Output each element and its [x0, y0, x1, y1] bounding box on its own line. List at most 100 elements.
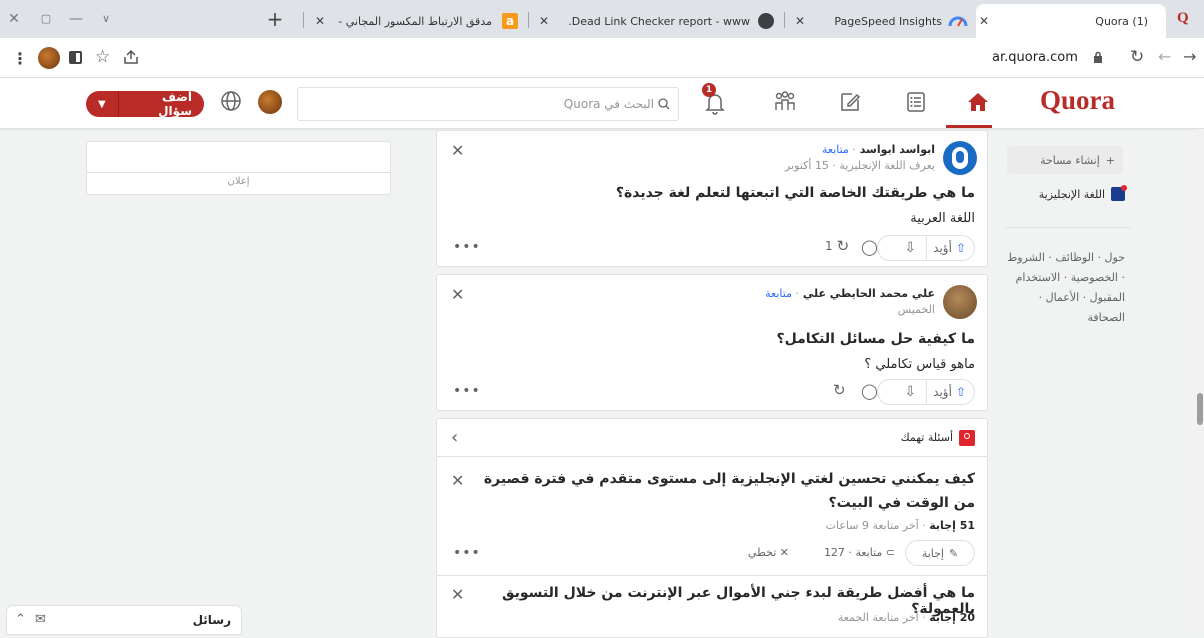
close-icon[interactable]: ✕	[451, 473, 464, 489]
question-title[interactable]: كيف يمكنني تحسين لغتي الإنجليزية إلى مست…	[475, 467, 975, 515]
search-box[interactable]: البحث في Quora	[297, 87, 679, 121]
add-question-label: أضف سؤال	[158, 90, 192, 118]
share-count: 1	[825, 239, 833, 253]
reshare-icon[interactable]: ↻	[833, 381, 846, 399]
question-title[interactable]: ما كيفية حل مسائل التكامل؟	[776, 331, 975, 347]
tab-dead-link-checker[interactable]: Dead Link Checker report - www. ✕	[536, 4, 774, 38]
post-body: اللغة العربية	[910, 211, 975, 226]
chevron-down-icon[interactable]: ▼	[86, 99, 118, 110]
author-name[interactable]: ابواسد ابواسد	[860, 143, 935, 156]
upvote-button[interactable]: ⇧ أؤيد	[926, 380, 974, 404]
user-avatar[interactable]	[258, 90, 282, 114]
minimize-window-icon[interactable]: —	[66, 9, 86, 29]
close-icon[interactable]: ✕	[451, 143, 464, 159]
forward-arrow-icon[interactable]: →	[1183, 47, 1196, 66]
upvote-label: أؤيد	[933, 385, 952, 399]
close-icon[interactable]: ✕	[451, 587, 464, 603]
add-question-button[interactable]: أضف سؤال ▼	[86, 90, 204, 118]
share-icon[interactable]	[122, 48, 140, 66]
back-arrow-icon[interactable]: ←	[1158, 47, 1171, 66]
related-questions-card: أسئلة تهمك ‹ ✕ كيف يمكنني تحسين لغتي الإ…	[436, 418, 988, 638]
vote-pill: ⇧ أؤيد ⇩	[877, 235, 975, 261]
answer-count[interactable]: 20 إجابة	[929, 611, 975, 624]
post-meta: الخميس	[897, 303, 935, 316]
pass-pencil-off-icon: ✕	[779, 546, 789, 559]
restore-window-icon[interactable]: ▢	[36, 9, 56, 29]
comment-icon[interactable]: ◯	[861, 238, 878, 256]
follow-count: 127	[823, 546, 845, 559]
new-tab-button[interactable]: +	[265, 9, 285, 29]
space-item-english[interactable]: اللغة الإنجليزية	[1010, 183, 1127, 205]
messages-label: رسائل	[192, 613, 231, 627]
follow-link[interactable]: متابعة	[822, 143, 849, 156]
tab-broken-link-checker[interactable]: a مدقق الارتباط المكسور المجاني - أ ✕	[312, 4, 518, 38]
profile-avatar[interactable]	[38, 47, 60, 69]
follow-question-button[interactable]: ⊃ متابعة · 127	[824, 546, 895, 559]
footer-links[interactable]: حول · الوظائف · الشروط · الخصوصية · الاس…	[1003, 248, 1125, 328]
chevron-left-icon[interactable]: ‹	[451, 427, 458, 448]
post-meta: يعرف اللغة الإنجليزية · 15 أكتوبر	[785, 159, 935, 172]
more-options-icon[interactable]: •••	[453, 545, 481, 561]
close-tab-icon[interactable]: ✕	[976, 14, 992, 28]
menu-kebab-icon[interactable]: ⋮	[12, 49, 28, 68]
vote-pill: ⇧ أؤيد ⇩	[877, 379, 975, 405]
url-text[interactable]: ar.quora.com	[992, 50, 1078, 65]
follow-label: متابعة	[855, 546, 883, 559]
following-list-icon[interactable]	[904, 90, 928, 114]
close-tab-icon[interactable]: ✕	[312, 14, 328, 28]
comment-icon[interactable]: ◯	[861, 382, 878, 400]
home-icon[interactable]	[966, 90, 990, 114]
close-icon[interactable]: ✕	[451, 287, 464, 303]
close-tab-icon[interactable]: ✕	[792, 14, 808, 28]
reload-icon[interactable]: ↻	[1130, 47, 1144, 67]
downvote-arrow-icon[interactable]: ⇩	[894, 240, 926, 256]
close-tab-icon[interactable]: ✕	[536, 14, 552, 28]
reshare-icon: ↻	[836, 237, 850, 255]
bookmark-star-icon[interactable]: ☆	[95, 47, 110, 67]
tab-title: Dead Link Checker report - www.	[568, 14, 750, 28]
last-activity: آخر متابعة الجمعة	[837, 611, 919, 624]
scrollbar-track[interactable]	[1196, 129, 1204, 632]
language-globe-icon[interactable]	[220, 90, 242, 112]
messages-dock[interactable]: ⌃ ✉ رسائل	[6, 605, 242, 635]
author-name[interactable]: علي محمد الحايطي علي	[803, 287, 935, 300]
tab-title: مدقق الارتباط المكسور المجاني - أ	[334, 14, 492, 28]
upvote-arrow-icon: ⇧	[955, 241, 966, 255]
browser-tab-bar: ✕ ▢ — ∨ + a مدقق الارتباط المكسور المجان…	[0, 0, 1204, 38]
downvote-arrow-icon[interactable]: ⇩	[894, 384, 926, 400]
search-input[interactable]: البحث في Quora	[564, 97, 654, 111]
quora-favicon-icon: Q	[1177, 10, 1189, 26]
author-avatar[interactable]	[943, 285, 977, 319]
home-active-indicator	[946, 125, 992, 128]
share-button[interactable]: 1 ↻	[825, 237, 849, 255]
chevron-up-icon[interactable]: ⌃	[15, 612, 26, 627]
scrollbar-thumb[interactable]	[1197, 393, 1203, 425]
spaces-people-icon[interactable]	[773, 90, 797, 114]
answer-count[interactable]: 51 إجابة	[929, 519, 975, 532]
tab-quora[interactable]: (1) Quora ✕	[976, 4, 1166, 38]
post-body: ماهو قياس تكاملي ؟	[864, 357, 975, 372]
compose-message-icon[interactable]: ✉	[35, 612, 46, 627]
feed-post: ✕ علي محمد الحايطي علي · متابعة الخميس م…	[436, 274, 988, 411]
upvote-button[interactable]: ⇧ أؤيد	[926, 236, 974, 260]
follow-link[interactable]: متابعة	[765, 287, 792, 300]
lock-icon[interactable]	[1093, 51, 1103, 64]
question-title[interactable]: ما هي طريقتك الخاصة التي اتبعتها لتعلم ل…	[616, 185, 975, 201]
more-options-icon[interactable]: •••	[453, 239, 481, 255]
close-window-icon[interactable]: ✕	[4, 9, 24, 29]
create-space-button[interactable]: + إنشاء مساحة	[1007, 146, 1123, 174]
answer-button[interactable]: ✎ إجابة	[905, 540, 975, 566]
pin-icon	[959, 430, 975, 446]
notification-count-badge: 1	[702, 83, 716, 97]
author-avatar[interactable]	[943, 141, 977, 175]
answer-pencil-icon[interactable]	[838, 90, 862, 114]
side-panel-icon[interactable]	[69, 51, 82, 64]
more-options-icon[interactable]: •••	[453, 383, 481, 399]
globe-favicon-icon	[758, 13, 774, 29]
upvote-label: أؤيد	[933, 241, 952, 255]
ad-label: إعلان	[227, 176, 250, 187]
pass-button[interactable]: ✕ تخطي	[748, 546, 789, 559]
quora-logo[interactable]: Quora	[1040, 85, 1115, 116]
tab-pagespeed[interactable]: PageSpeed Insights ✕	[792, 4, 968, 38]
tab-search-chevron-icon[interactable]: ∨	[96, 9, 116, 29]
